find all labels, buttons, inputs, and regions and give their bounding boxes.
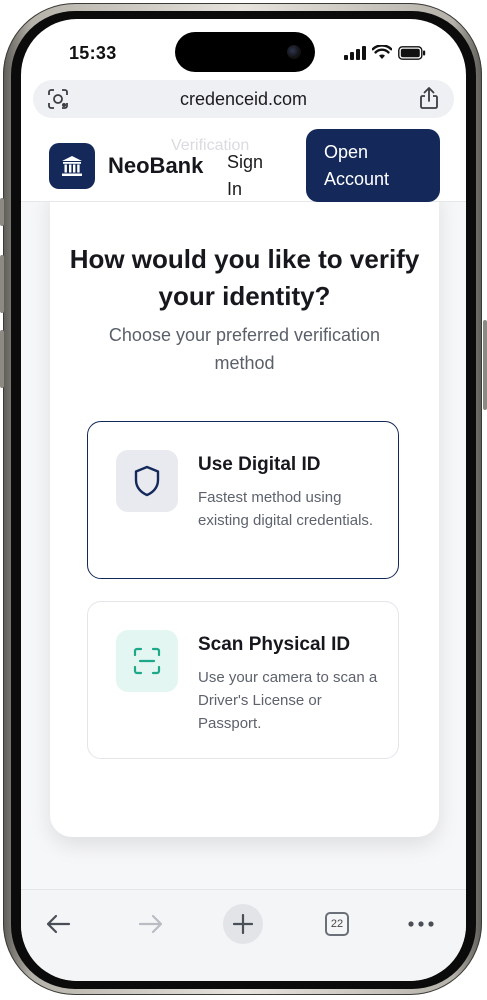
verification-card: How would you like to verify your identi…: [50, 189, 439, 837]
plus-icon: [233, 914, 253, 934]
back-arrow-icon: [46, 914, 71, 934]
bank-icon: [62, 156, 82, 176]
option-digital-id[interactable]: Use Digital ID Fastest method using exis…: [87, 421, 399, 579]
signal-icon: [344, 45, 366, 60]
option-icon-box: [116, 630, 178, 692]
option-description: Fastest method using existing digital cr…: [198, 489, 374, 529]
open-account-button[interactable]: Open Account: [306, 129, 440, 202]
volume-down-button: [0, 330, 4, 388]
tabs-icon: 22: [325, 912, 349, 936]
status-bar: 15:33: [21, 19, 466, 89]
brand-logo[interactable]: [49, 143, 95, 189]
forward-button[interactable]: [131, 904, 171, 944]
forward-arrow-icon: [138, 914, 163, 934]
tabs-button[interactable]: 22: [317, 904, 357, 944]
page-subtitle: Choose your preferred verification metho…: [108, 325, 381, 373]
page-title: How would you like to verify your identi…: [69, 244, 420, 311]
url-text[interactable]: credenceid.com: [33, 89, 454, 110]
shield-icon: [134, 465, 160, 497]
brand-name[interactable]: NeoBank: [108, 153, 203, 179]
option-title: Scan Physical ID: [198, 634, 351, 655]
browser-toolbar: 22: [21, 889, 466, 981]
new-tab-button[interactable]: [223, 904, 263, 944]
dynamic-island: [175, 32, 315, 72]
address-bar[interactable]: credenceid.com: [33, 80, 454, 118]
option-title: Use Digital ID: [198, 454, 321, 475]
site-header: Verification NeoBank Sign In Open Accoun…: [21, 129, 466, 202]
scan-icon: [133, 647, 161, 675]
status-time: 15:33: [69, 43, 117, 63]
volume-up-button: [0, 255, 4, 313]
action-button: [0, 198, 4, 226]
sign-in-link[interactable]: Sign In: [227, 149, 277, 203]
option-physical-id[interactable]: Scan Physical ID Use your camera to scan…: [87, 601, 399, 759]
more-icon: [408, 921, 434, 927]
option-description: Use your camera to scan a Driver's Licen…: [198, 669, 378, 732]
screen: 15:33 credenceid.com How would you like …: [21, 19, 466, 981]
power-button: [483, 320, 487, 410]
option-icon-box: [116, 450, 178, 512]
back-button[interactable]: [38, 904, 78, 944]
front-camera-icon: [287, 45, 301, 59]
status-icons: [344, 45, 426, 60]
share-icon[interactable]: [418, 86, 440, 115]
battery-icon: [398, 45, 426, 60]
more-button[interactable]: [401, 904, 441, 944]
wifi-icon: [372, 45, 392, 59]
